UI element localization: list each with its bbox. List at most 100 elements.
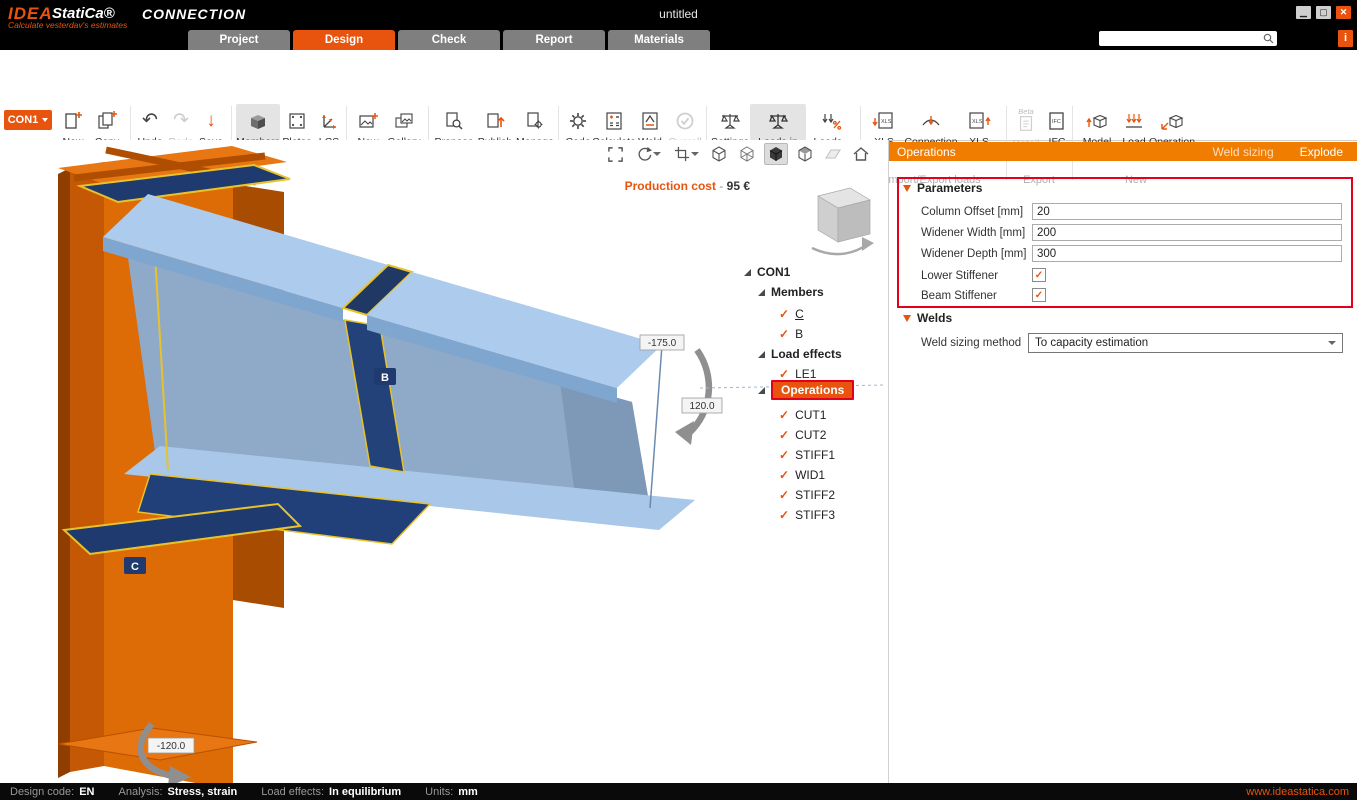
save-icon: ↓ — [206, 107, 216, 135]
column-left-flange — [70, 162, 104, 772]
section-collapse-icon[interactable] — [903, 185, 911, 192]
minimize-button[interactable]: ▁ — [1296, 6, 1311, 19]
xls-import-icon: XLS — [872, 107, 896, 135]
main-tab-bar: Project Design Check Report Materials i — [0, 28, 1357, 50]
section-collapse-icon[interactable] — [903, 315, 911, 322]
tree-item-cut2[interactable]: ✓ CUT2 — [779, 426, 826, 444]
svg-text:120.0: 120.0 — [689, 401, 714, 412]
close-button[interactable]: ✕ — [1336, 6, 1351, 19]
maximize-button[interactable]: ▢ — [1316, 6, 1331, 19]
tree-node-operations[interactable]: Operations — [758, 381, 854, 399]
weld-method-label: Weld sizing method — [921, 337, 1021, 349]
tree-le1-label[interactable]: LE1 — [795, 367, 816, 381]
expander-icon[interactable] — [758, 387, 765, 394]
search-input[interactable] — [1099, 31, 1277, 46]
info-icon[interactable]: i — [1338, 30, 1353, 47]
check-icon[interactable]: ✓ — [779, 327, 789, 341]
svg-text:IFC: IFC — [1052, 119, 1061, 125]
tree-stiff3-label[interactable]: STIFF3 — [795, 508, 835, 522]
rotate-view-button[interactable] — [632, 144, 664, 164]
chevron-down-icon — [1328, 341, 1336, 345]
panel-weld-sizing-button[interactable]: Weld sizing — [1212, 145, 1273, 159]
check-icon[interactable]: ✓ — [779, 408, 789, 422]
tree-item-cut1[interactable]: ✓ CUT1 — [779, 406, 826, 424]
check-icon[interactable]: ✓ — [779, 508, 789, 522]
tree-node-members[interactable]: Members — [758, 283, 824, 301]
parameters-highlight-box — [897, 177, 1353, 308]
chevron-down-icon — [691, 152, 699, 156]
moment-arrow-right — [688, 350, 709, 434]
calculator-icon — [603, 107, 625, 135]
weld-method-dropdown[interactable]: To capacity estimation — [1028, 333, 1343, 353]
tab-check[interactable]: Check — [398, 30, 500, 50]
tree-item-wid1[interactable]: ✓ WID1 — [779, 466, 825, 484]
section-clip-button[interactable] — [670, 144, 702, 164]
orientation-cube[interactable] — [812, 188, 874, 254]
tree-cut2-label[interactable]: CUT2 — [795, 428, 826, 442]
check-icon[interactable]: ✓ — [779, 488, 789, 502]
view-axonometry-button[interactable] — [708, 144, 730, 164]
con1-project-item-button[interactable]: CON1 — [4, 110, 52, 130]
view-wireframe-button[interactable] — [736, 144, 758, 164]
website-link[interactable]: www.ideastatica.com — [1246, 786, 1349, 798]
tab-report[interactable]: Report — [503, 30, 605, 50]
zoom-fit-button[interactable] — [604, 144, 626, 164]
tree-member-c-label[interactable]: C — [795, 307, 804, 321]
expander-icon[interactable] — [758, 351, 765, 358]
lower-stiffener-checkbox[interactable]: ✓ — [1032, 268, 1046, 282]
widener-depth-input[interactable] — [1032, 245, 1342, 262]
tab-design[interactable]: Design — [293, 30, 395, 50]
tree-item-member-c[interactable]: ✓ C — [779, 305, 804, 323]
ifc-doc-icon: IFC — [1046, 107, 1068, 135]
welds-header-label: Welds — [917, 311, 952, 325]
column-offset-input[interactable] — [1032, 203, 1342, 220]
cube-icon — [247, 107, 269, 135]
tree-stiff1-label[interactable]: STIFF1 — [795, 448, 835, 462]
panel-explode-button[interactable]: Explode — [1300, 145, 1343, 159]
tree-item-stiff1[interactable]: ✓ STIFF1 — [779, 446, 835, 464]
plate-dots-icon — [286, 107, 308, 135]
check-icon[interactable]: ✓ — [779, 307, 789, 321]
member-c-label: C — [131, 561, 139, 573]
check-icon[interactable]: ✓ — [779, 468, 789, 482]
new-document-icon — [62, 107, 84, 135]
tree-cut1-label[interactable]: CUT1 — [795, 408, 826, 422]
detail-doc-icon — [1015, 109, 1037, 137]
expander-icon[interactable] — [758, 289, 765, 296]
ribbon: CON1 New Copy Project items ↶ Undo ↷ Red… — [0, 50, 1357, 141]
home-view-button[interactable] — [850, 144, 872, 164]
check-circle-icon — [674, 107, 696, 135]
welds-section-header[interactable]: Welds — [903, 311, 952, 325]
check-icon[interactable]: ✓ — [779, 448, 789, 462]
view-solid-button[interactable] — [764, 143, 788, 165]
parameters-section-header[interactable]: Parameters — [903, 181, 982, 195]
tree-member-b-label[interactable]: B — [795, 327, 803, 341]
connection-import-icon — [920, 107, 942, 135]
tree-operations-label[interactable]: Operations — [771, 380, 854, 400]
tree-stiff2-label[interactable]: STIFF2 — [795, 488, 835, 502]
manage-gear-doc-icon — [524, 107, 546, 135]
gallery-icon — [393, 107, 415, 135]
parameters-header-label: Parameters — [917, 181, 982, 195]
tree-item-stiff3[interactable]: ✓ STIFF3 — [779, 506, 835, 524]
widener-width-input[interactable] — [1032, 224, 1342, 241]
tree-node-load-effects[interactable]: Load effects — [758, 345, 842, 363]
tab-project[interactable]: Project — [188, 30, 290, 50]
beam-stiffener-checkbox[interactable]: ✓ — [1032, 288, 1046, 302]
tree-item-stiff2[interactable]: ✓ STIFF2 — [779, 486, 835, 504]
svg-text:-120.0: -120.0 — [157, 741, 186, 752]
tree-wid1-label[interactable]: WID1 — [795, 468, 825, 482]
tab-materials[interactable]: Materials — [608, 30, 710, 50]
dimension-neg120: -120.0 — [148, 738, 194, 753]
expander-icon[interactable] — [744, 269, 751, 276]
production-cost: Production cost - 95 € — [600, 179, 750, 193]
connection-3d-model[interactable]: B C -175.0 120.0 -120.0 — [0, 140, 888, 783]
view-shaded-button[interactable] — [794, 144, 816, 164]
check-icon[interactable]: ✓ — [779, 367, 789, 381]
model-entity-cube-icon — [1085, 107, 1109, 135]
tree-node-con1[interactable]: CON1 — [744, 263, 790, 281]
tree-item-member-b[interactable]: ✓ B — [779, 325, 803, 343]
check-icon[interactable]: ✓ — [779, 428, 789, 442]
status-analysis: Analysis: Stress, strain — [119, 786, 238, 798]
propose-magnifier-icon — [443, 107, 465, 135]
